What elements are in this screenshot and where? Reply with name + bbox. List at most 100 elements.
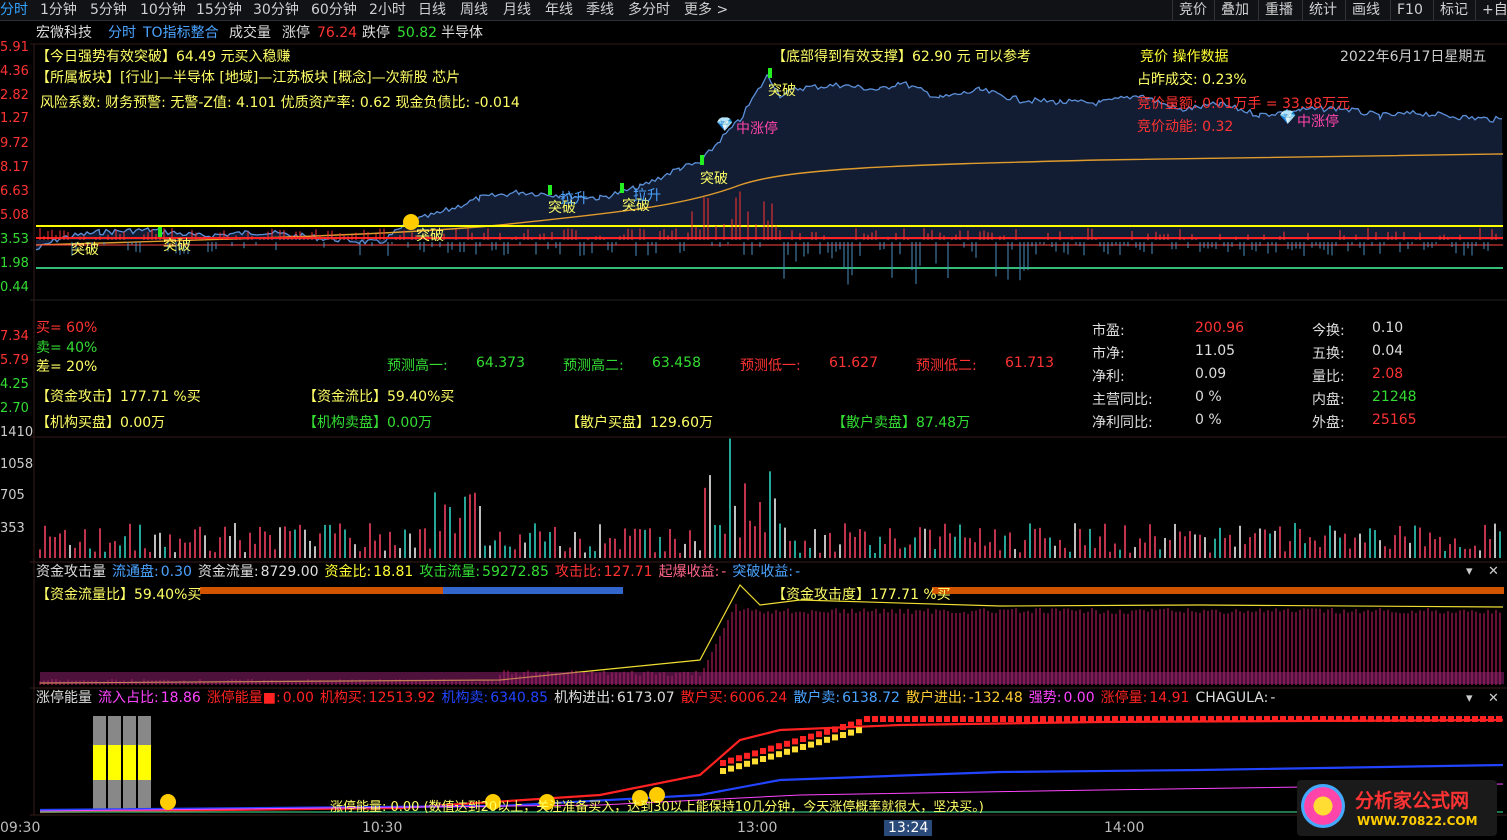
- bid-ratio: 占昨成交: 0.23%: [1137, 72, 1247, 88]
- limit-item-value: 0.00: [1063, 690, 1095, 706]
- limit-panel-header: 涨停能量 流入占比: 18.86 涨停能量■: 0.00 机构买: 12513.92 机构卖:…: [36, 689, 1281, 707]
- energy-column: [138, 716, 151, 812]
- signal-mark: [768, 68, 772, 78]
- limit-dot: [1296, 716, 1302, 722]
- inst-sell: 【机构卖盘】0.00万: [303, 415, 433, 431]
- forecast-label: 预测高二:: [563, 358, 624, 374]
- limit-dot: [1208, 716, 1214, 722]
- tab-6[interactable]: 60分钟: [311, 0, 357, 20]
- tool-2[interactable]: 重播: [1258, 0, 1299, 20]
- stat-value: 25165: [1372, 412, 1417, 428]
- limit-item-label: 机构买:: [319, 690, 367, 706]
- limit-dot: [1256, 716, 1262, 722]
- limit-dot: [1272, 716, 1278, 722]
- tab-7[interactable]: 2小时: [369, 0, 406, 20]
- tool-3[interactable]: 统计: [1302, 0, 1343, 20]
- limit-dot: [1192, 716, 1198, 722]
- breakout-marker: 突破: [416, 228, 444, 244]
- limit-dot: [760, 756, 766, 762]
- flow-bar-red: [200, 587, 443, 594]
- tab-1[interactable]: 1分钟: [40, 0, 77, 20]
- limit-dot: [848, 721, 854, 728]
- limit-dot: [976, 716, 982, 722]
- tab-11[interactable]: 年线: [545, 0, 573, 20]
- stat-label: 今换:: [1312, 323, 1345, 339]
- limit-dot: [1168, 716, 1174, 722]
- stat-value: 21248: [1372, 389, 1417, 405]
- limit-dot: [1312, 716, 1318, 722]
- limit-dot: [1136, 716, 1142, 722]
- tab-14[interactable]: 更多 >: [684, 0, 728, 20]
- tool-7[interactable]: +自: [1475, 0, 1507, 20]
- price-tick: 1.27: [0, 111, 29, 126]
- volume-label[interactable]: 成交量: [229, 22, 271, 44]
- tool-4[interactable]: 画线: [1345, 0, 1386, 20]
- limit-dot: [1480, 716, 1486, 722]
- close-icon[interactable]: ✕: [1488, 564, 1499, 579]
- forecast-label: 预测高一:: [387, 358, 448, 374]
- tab-13[interactable]: 多分时: [628, 0, 670, 20]
- limit-dot: [1440, 716, 1446, 722]
- tab-0[interactable]: 分时: [0, 0, 28, 20]
- tab-5[interactable]: 30分钟: [253, 0, 299, 20]
- indicator-label[interactable]: TO指标整合: [143, 22, 219, 44]
- price-tick: 1.98: [0, 256, 29, 271]
- tab-10[interactable]: 月线: [503, 0, 531, 20]
- chevron-down-icon[interactable]: ▾: [1466, 691, 1473, 706]
- tab-12[interactable]: 季线: [586, 0, 614, 20]
- limit-item-value: 6340.85: [490, 690, 549, 706]
- tab-2[interactable]: 5分钟: [90, 0, 127, 20]
- tool-1[interactable]: 叠加: [1214, 0, 1255, 20]
- fund-attack: 【资金攻击】177.71 %买: [36, 389, 201, 405]
- limit-dot: [1200, 716, 1206, 722]
- tool-0[interactable]: 竞价: [1172, 0, 1213, 20]
- limit-dot: [752, 758, 758, 765]
- tab-8[interactable]: 日线: [418, 0, 446, 20]
- volume-tick: 353: [0, 521, 25, 536]
- tab-4[interactable]: 15分钟: [196, 0, 242, 20]
- limit-item-value: 14.91: [1149, 690, 1190, 706]
- limit-dot: [864, 716, 870, 722]
- limit-item-label: 散户进出:: [905, 690, 967, 706]
- limit-dot: [888, 716, 894, 722]
- diamond-icon: 💎: [1279, 110, 1297, 126]
- attack-item-label: 攻击比:: [554, 564, 602, 580]
- limit-dot: [904, 716, 910, 722]
- energy-column: [123, 716, 136, 812]
- time-tick: 13:24: [884, 820, 933, 836]
- limit-dot: [760, 748, 766, 754]
- attack-item-label: 起爆收益:: [658, 564, 720, 580]
- limit-dot: [800, 736, 806, 742]
- bidding-title: 竞价 操作数据: [1140, 49, 1229, 65]
- limit-dot: [816, 731, 822, 738]
- limit-item-label: 涨停能量■:: [206, 690, 281, 706]
- limit-item-value: 12513.92: [368, 690, 436, 706]
- limit-dot: [1224, 716, 1230, 722]
- limit-dot: [816, 739, 822, 746]
- tab-3[interactable]: 10分钟: [140, 0, 186, 20]
- attack-fill: [40, 672, 1504, 684]
- price-tick: 8.17: [0, 160, 29, 175]
- chevron-down-icon[interactable]: ▾: [1466, 564, 1473, 579]
- tab-9[interactable]: 周线: [460, 0, 488, 20]
- bid-momentum: 竞价动能: 0.32: [1137, 119, 1234, 135]
- fenshi-label[interactable]: 分时: [108, 22, 136, 44]
- limit-dot: [720, 768, 726, 774]
- limit-dot: [784, 748, 790, 755]
- signal-mark: [700, 155, 704, 165]
- close-icon[interactable]: ✕: [1488, 691, 1499, 706]
- limit-dot: [792, 746, 798, 753]
- fund-flow-ratio: 【资金流比】59.40%买: [303, 389, 455, 405]
- stock-name[interactable]: 宏微科技: [36, 22, 92, 44]
- tool-5[interactable]: F10: [1390, 0, 1429, 20]
- date-label: 2022年6月17日星期五: [1340, 49, 1487, 65]
- forecast-label: 预测低一:: [740, 358, 801, 374]
- limit-item-label: 涨停量:: [1100, 690, 1148, 706]
- limit-dot: [784, 740, 790, 747]
- limit-item-value: 6006.24: [729, 690, 788, 706]
- signal-mark: [158, 227, 162, 237]
- retail-buy: 【散户买盘】129.60万: [566, 415, 713, 431]
- tool-6[interactable]: 标记: [1433, 0, 1474, 20]
- stat-label: 净利同比:: [1092, 415, 1153, 431]
- watermark-url: WWW.70822.COM: [1357, 814, 1478, 828]
